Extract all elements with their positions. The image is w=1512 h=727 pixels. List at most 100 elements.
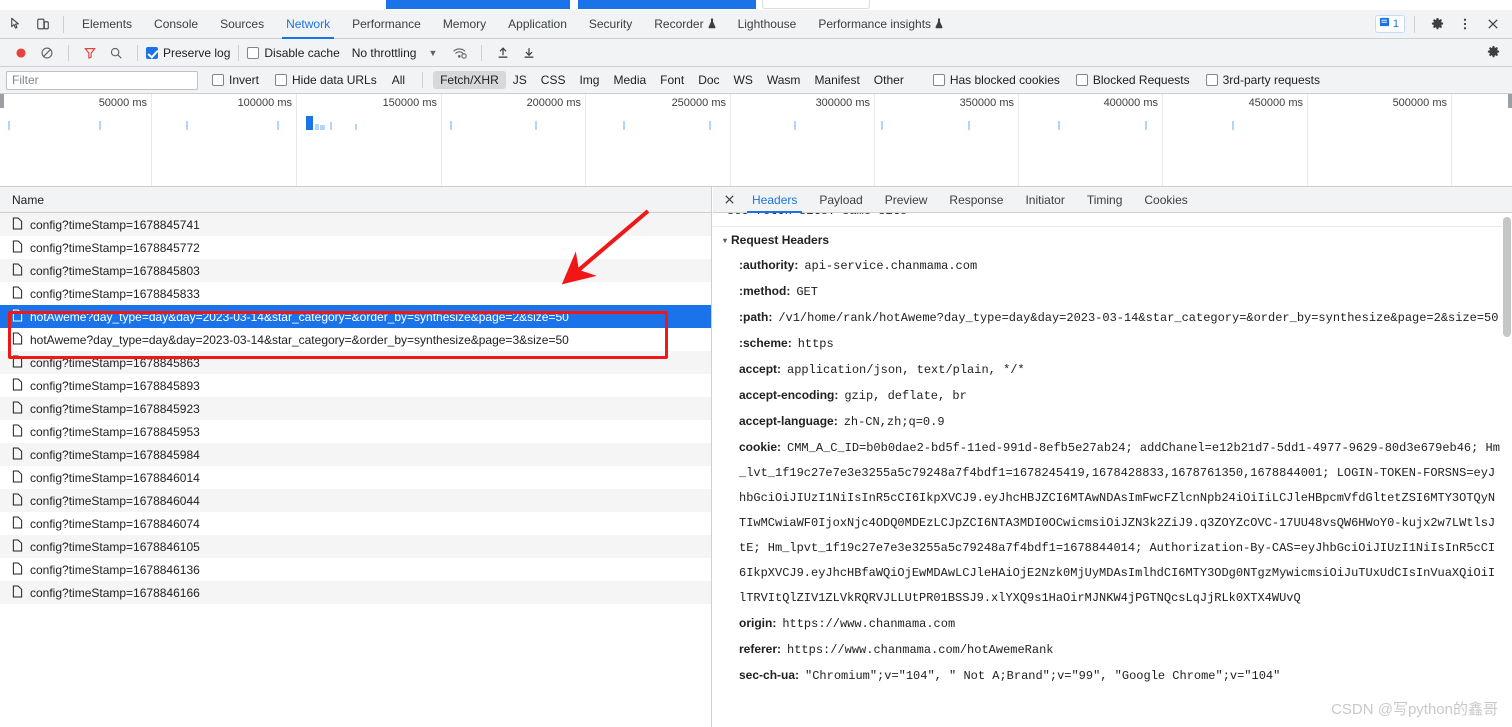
detail-tab-response[interactable]: Response: [938, 187, 1014, 213]
header-value: CMM_A_C_ID=b0b0dae2-bd5f-11ed-991d-8efb5…: [739, 441, 1500, 605]
detail-tab-cookies[interactable]: Cookies: [1133, 187, 1198, 213]
checkbox-box[interactable]: [146, 46, 158, 59]
table-row[interactable]: config?timeStamp=1678845893: [0, 374, 711, 397]
table-row[interactable]: hotAweme?day_type=day&day=2023-03-14&sta…: [0, 328, 711, 351]
table-row[interactable]: config?timeStamp=1678845833: [0, 282, 711, 305]
export-har-download-icon[interactable]: [516, 41, 542, 65]
search-icon[interactable]: [103, 41, 129, 65]
detail-scrollbar-thumb[interactable]: [1503, 217, 1511, 337]
type-filter-other[interactable]: Other: [867, 71, 911, 89]
tab-recorder[interactable]: Recorder: [643, 10, 726, 39]
detail-scrollbar[interactable]: [1502, 213, 1512, 727]
tab-security[interactable]: Security: [578, 10, 643, 39]
table-row[interactable]: config?timeStamp=1678845803: [0, 259, 711, 282]
type-filter-img[interactable]: Img: [572, 71, 606, 89]
request-headers-section-title[interactable]: ▾ Request Headers: [713, 227, 1512, 253]
resource-type-filters: All Fetch/XHR JS CSS Img Media Font Doc …: [385, 71, 911, 89]
document-icon: [12, 285, 23, 302]
detail-tab-preview[interactable]: Preview: [874, 187, 939, 213]
has-blocked-cookies-label: Has blocked cookies: [949, 73, 1060, 87]
type-filter-media[interactable]: Media: [606, 71, 653, 89]
type-filter-manifest[interactable]: Manifest: [807, 71, 866, 89]
close-icon[interactable]: [717, 187, 741, 213]
invert-checkbox[interactable]: Invert: [212, 73, 259, 87]
chevron-down-icon[interactable]: ▼: [428, 48, 437, 58]
more-vertical-icon[interactable]: [1452, 11, 1478, 37]
type-filter-fetch-xhr[interactable]: Fetch/XHR: [433, 71, 506, 89]
type-filter-all[interactable]: All: [385, 71, 412, 89]
table-row[interactable]: config?timeStamp=1678845741: [0, 213, 711, 236]
checkbox-box[interactable]: [247, 46, 260, 59]
table-row[interactable]: config?timeStamp=1678846014: [0, 466, 711, 489]
tab-memory[interactable]: Memory: [432, 10, 497, 39]
console-message-count-button[interactable]: 1: [1374, 15, 1405, 33]
overview-left-handle[interactable]: [0, 94, 4, 108]
header-key: sec-ch-ua:: [739, 668, 800, 682]
tab-performance[interactable]: Performance: [341, 10, 432, 39]
type-filter-ws[interactable]: WS: [727, 71, 760, 89]
table-row[interactable]: config?timeStamp=1678846136: [0, 558, 711, 581]
checkbox-box[interactable]: [1205, 74, 1218, 86]
blocked-requests-label: Blocked Requests: [1092, 73, 1190, 87]
table-row[interactable]: hotAweme?day_type=day&day=2023-03-14&sta…: [0, 305, 711, 328]
table-row[interactable]: config?timeStamp=1678845863: [0, 351, 711, 374]
preserve-log-checkbox[interactable]: Preserve log: [146, 46, 230, 60]
type-filter-wasm[interactable]: Wasm: [760, 71, 808, 89]
device-toolbar-icon[interactable]: [30, 11, 56, 37]
table-row[interactable]: config?timeStamp=1678846044: [0, 489, 711, 512]
filter-input[interactable]: [6, 70, 198, 90]
tab-performance-insights[interactable]: Performance insights: [807, 10, 954, 39]
record-stop-icon[interactable]: [8, 41, 34, 65]
has-blocked-cookies-checkbox[interactable]: Has blocked cookies: [932, 73, 1060, 87]
table-row[interactable]: config?timeStamp=1678845984: [0, 443, 711, 466]
header-key: :scheme:: [739, 336, 792, 350]
table-row[interactable]: config?timeStamp=1678845772: [0, 236, 711, 259]
type-filter-css[interactable]: CSS: [534, 71, 573, 89]
detail-tab-payload[interactable]: Payload: [808, 187, 873, 213]
third-party-requests-checkbox[interactable]: 3rd-party requests: [1205, 73, 1320, 87]
import-har-upload-icon[interactable]: [490, 41, 516, 65]
filter-funnel-icon[interactable]: [77, 41, 103, 65]
detail-tab-headers[interactable]: Headers: [741, 187, 808, 213]
detail-tab-timing[interactable]: Timing: [1076, 187, 1134, 213]
checkbox-box[interactable]: [1075, 74, 1088, 86]
clear-network-log-icon[interactable]: [34, 41, 60, 65]
toolbar-divider: [238, 44, 240, 61]
table-row[interactable]: config?timeStamp=1678846166: [0, 581, 711, 604]
throttling-select[interactable]: No throttling: [352, 46, 417, 60]
disable-cache-checkbox[interactable]: Disable cache: [247, 46, 340, 60]
table-row[interactable]: config?timeStamp=1678846074: [0, 512, 711, 535]
type-filter-js[interactable]: JS: [506, 71, 534, 89]
hide-data-urls-checkbox[interactable]: Hide data URLs: [275, 73, 377, 87]
headers-content: sec-fetch-site: same-site ▾ Request Head…: [713, 213, 1512, 727]
table-row[interactable]: config?timeStamp=1678845953: [0, 420, 711, 443]
type-filter-doc[interactable]: Doc: [691, 71, 726, 89]
inspect-cursor-icon[interactable]: [4, 11, 30, 37]
checkbox-box[interactable]: [932, 74, 945, 86]
overview-request-bar: [709, 121, 711, 130]
network-toolbar-right: [1480, 41, 1512, 65]
checkbox-box[interactable]: [212, 74, 224, 86]
header-row: sec-ch-ua: "Chromium";v="104", " Not A;Br…: [713, 663, 1512, 689]
overview-tick-label: 50000 ms: [98, 97, 147, 109]
network-overview-timeline[interactable]: 50000 ms 100000 ms 150000 ms 200000 ms 25000…: [0, 94, 1512, 187]
document-icon: [12, 331, 23, 348]
overview-right-handle[interactable]: [1508, 94, 1512, 108]
tab-application[interactable]: Application: [497, 10, 578, 39]
tab-elements[interactable]: Elements: [71, 10, 143, 39]
close-icon[interactable]: [1480, 11, 1506, 37]
column-header-name[interactable]: Name: [12, 193, 44, 207]
detail-tab-initiator[interactable]: Initiator: [1014, 187, 1075, 213]
tab-console[interactable]: Console: [143, 10, 209, 39]
gear-icon[interactable]: [1424, 11, 1450, 37]
type-filter-font[interactable]: Font: [653, 71, 691, 89]
blocked-requests-checkbox[interactable]: Blocked Requests: [1075, 73, 1190, 87]
table-row[interactable]: config?timeStamp=1678846105: [0, 535, 711, 558]
tab-sources[interactable]: Sources: [209, 10, 275, 39]
gear-icon[interactable]: [1480, 41, 1506, 65]
table-row[interactable]: config?timeStamp=1678845923: [0, 397, 711, 420]
tab-lighthouse[interactable]: Lighthouse: [727, 10, 808, 39]
network-conditions-icon[interactable]: [447, 41, 473, 65]
tab-network[interactable]: Network: [275, 10, 341, 39]
checkbox-box[interactable]: [275, 74, 288, 86]
